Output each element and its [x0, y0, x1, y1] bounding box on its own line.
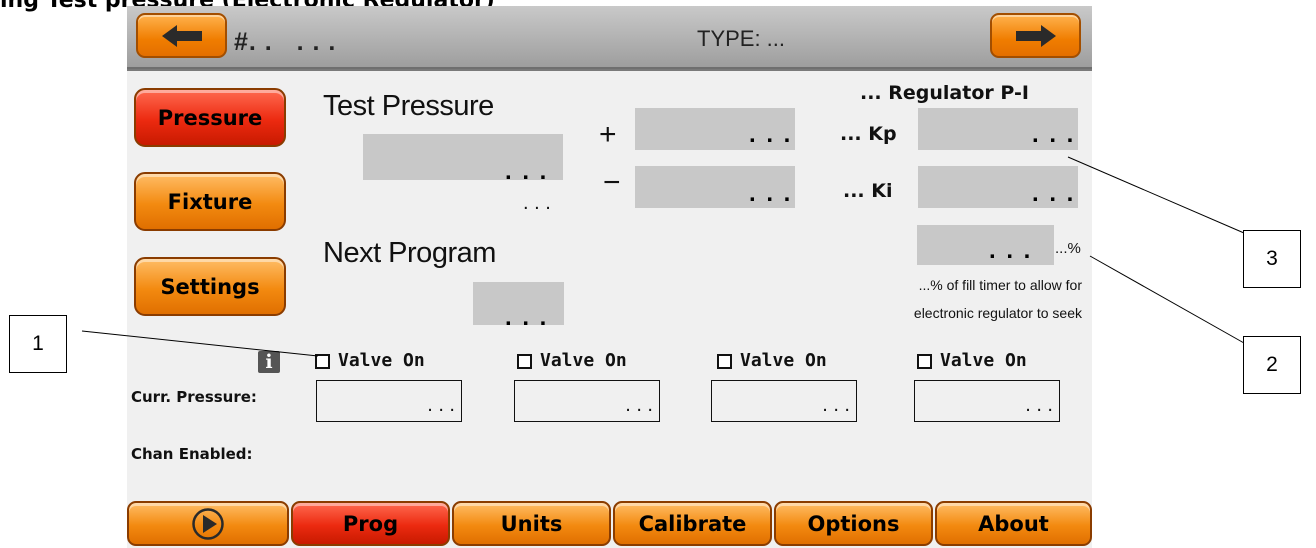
callout-lines	[81, 156, 1245, 357]
callout-3: 3	[1243, 230, 1301, 288]
callout-2: 2	[1243, 336, 1301, 394]
callout-1: 1	[9, 315, 67, 373]
